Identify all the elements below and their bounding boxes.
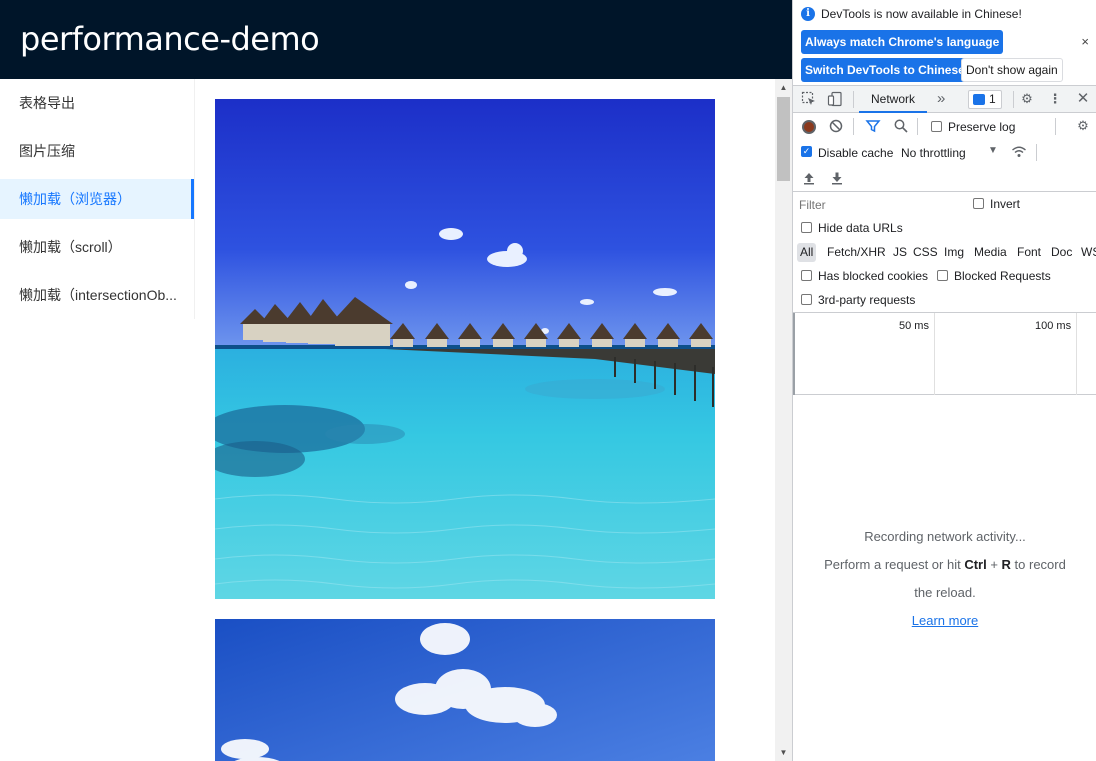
menu-item-image-compress[interactable]: 图片压缩 — [0, 131, 194, 171]
menu-item-table-export[interactable]: 表格导出 — [0, 83, 194, 123]
network-settings-gear-icon[interactable]: ⚙ — [1075, 118, 1091, 134]
search-icon[interactable] — [893, 118, 909, 134]
empty-state-title: Recording network activity... — [864, 529, 1026, 544]
sidebar-menu: 表格导出 图片压缩 懒加载（浏览器） 懒加载（scroll） 懒加载（inter… — [0, 79, 195, 319]
type-filter-font[interactable]: Font — [1017, 243, 1041, 262]
disable-cache-label: Disable cache — [818, 146, 894, 160]
inspect-element-icon[interactable] — [801, 91, 817, 107]
info-icon: i — [801, 7, 815, 21]
toolbar-divider — [1013, 91, 1014, 108]
dont-show-again-button[interactable]: Don't show again — [961, 58, 1063, 82]
has-blocked-cookies-checkbox[interactable] — [801, 270, 812, 281]
ctrl-key: Ctrl — [964, 557, 987, 572]
infobar-message: DevTools is now available in Chinese! — [821, 7, 1022, 21]
scroll-up-arrow-icon[interactable]: ▲ — [775, 79, 792, 96]
network-conditions-wifi-icon[interactable] — [1011, 144, 1027, 160]
type-filter-all[interactable]: All — [797, 243, 817, 262]
type-filter-ws[interactable]: WS — [1081, 243, 1096, 262]
network-empty-state: Recording network activity... Perform a … — [793, 523, 1096, 635]
devtools-panel: i DevTools is now available in Chinese! … — [792, 0, 1096, 761]
toolbar-divider — [1036, 144, 1037, 161]
preserve-log-checkbox[interactable] — [931, 121, 942, 132]
overwater-villas-image — [215, 99, 715, 599]
settings-gear-icon[interactable]: ⚙ — [1019, 91, 1035, 107]
export-har-download-icon[interactable] — [829, 170, 845, 186]
app-header: performance-demo — [0, 0, 792, 79]
timeline-tick-100ms: 100 ms — [1035, 320, 1072, 332]
scrollbar-thumb[interactable] — [777, 97, 790, 181]
network-toolbar-row2: ✓ Disable cache No throttling ▼ — [793, 140, 1096, 166]
filter-funnel-icon[interactable] — [865, 118, 881, 134]
r-key: R — [1001, 557, 1011, 572]
type-filter-js[interactable]: JS — [893, 243, 907, 262]
hide-data-urls-label: Hide data URLs — [818, 221, 903, 235]
sky-clouds-image — [215, 619, 715, 761]
hide-data-urls-checkbox[interactable] — [801, 222, 812, 233]
page-scrollbar[interactable]: ▲ ▼ — [775, 79, 792, 761]
empty-state-hint: Perform a request or hit Ctrl + R to rec… — [824, 557, 1066, 572]
preserve-log-label: Preserve log — [948, 120, 1016, 134]
type-filter-img[interactable]: Img — [944, 243, 964, 262]
switch-to-chinese-button[interactable]: Switch DevTools to Chinese — [801, 58, 969, 82]
app-title: performance-demo — [20, 20, 320, 58]
timeline-gridline — [934, 313, 935, 395]
type-filter-fetch-xhr[interactable]: Fetch/XHR — [827, 243, 886, 262]
toolbar-divider — [1055, 118, 1056, 135]
type-filter-css[interactable]: CSS — [913, 243, 938, 262]
close-icon[interactable]: × — [1081, 34, 1089, 49]
type-filter-doc[interactable]: Doc — [1051, 243, 1072, 262]
devtools-infobar: i DevTools is now available in Chinese! … — [793, 0, 1096, 86]
disable-cache-checkbox[interactable]: ✓ — [801, 146, 812, 157]
timeline-gridline — [1076, 313, 1077, 395]
has-blocked-cookies-label: Has blocked cookies — [818, 269, 929, 283]
type-filter-media[interactable]: Media — [974, 243, 1007, 262]
third-party-requests-checkbox[interactable] — [801, 294, 812, 305]
empty-state-hint-end: the reload. — [914, 585, 976, 600]
clear-icon[interactable] — [828, 118, 844, 134]
close-devtools-icon[interactable]: ✕ — [1075, 91, 1091, 107]
issues-message-icon — [973, 94, 985, 105]
invert-checkbox[interactable] — [973, 198, 984, 209]
import-har-upload-icon[interactable] — [801, 170, 817, 186]
learn-more-link[interactable]: Learn more — [793, 607, 1096, 635]
filter-input[interactable] — [797, 195, 960, 214]
blocked-requests-label: Blocked Requests — [954, 269, 1051, 283]
more-tabs-chevron-icon[interactable]: » — [937, 86, 945, 113]
network-toolbar-row3 — [793, 166, 1096, 192]
menu-item-lazyload-scroll[interactable]: 懒加载（scroll） — [0, 227, 194, 267]
invert-label: Invert — [990, 197, 1021, 211]
toolbar-divider — [853, 91, 854, 108]
issues-count: 1 — [989, 92, 996, 106]
always-match-language-button[interactable]: Always match Chrome's language — [801, 30, 1004, 54]
blocked-requests-checkbox[interactable] — [937, 270, 948, 281]
toolbar-divider — [917, 118, 918, 135]
scroll-down-arrow-icon[interactable]: ▼ — [775, 744, 792, 761]
device-toolbar-icon[interactable] — [827, 91, 843, 107]
content-area — [195, 79, 775, 761]
toolbar-divider — [853, 118, 854, 135]
menu-item-lazyload-intersection-observer[interactable]: 懒加载（intersectionOb... — [0, 275, 194, 315]
devtools-tabbar: Network » 1 ⚙ ⋮ ✕ — [793, 86, 1096, 113]
issues-counter-button[interactable]: 1 — [968, 90, 1002, 109]
network-overview-timeline[interactable]: 50 ms 100 ms — [793, 312, 1096, 395]
app-page: performance-demo 表格导出 图片压缩 懒加载（浏览器） 懒加载（… — [0, 0, 792, 761]
network-toolbar-row1: Preserve log ⚙ — [793, 114, 1096, 140]
timeline-start-marker — [793, 313, 795, 395]
tab-network[interactable]: Network — [859, 86, 928, 113]
throttling-select[interactable]: No throttling — [901, 146, 966, 160]
kebab-menu-icon[interactable]: ⋮ — [1047, 91, 1063, 107]
throttling-dropdown-arrow-icon[interactable]: ▼ — [988, 145, 998, 156]
record-icon[interactable] — [802, 120, 816, 134]
timeline-tick-50ms: 50 ms — [899, 320, 929, 332]
third-party-requests-label: 3rd-party requests — [818, 293, 916, 307]
menu-item-lazyload-browser[interactable]: 懒加载（浏览器） — [0, 179, 194, 219]
